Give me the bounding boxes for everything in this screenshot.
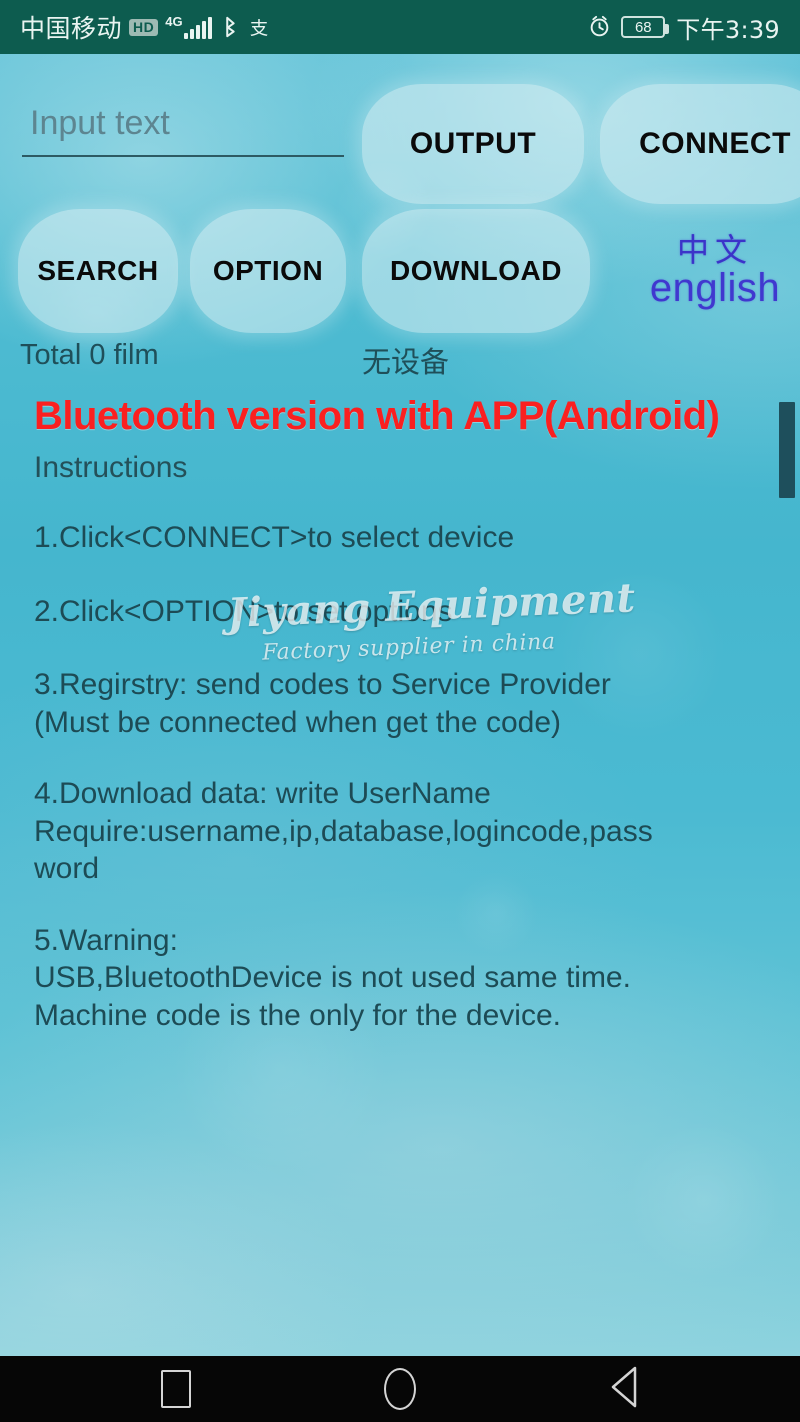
instructions-panel: Bluetooth version with APP(Android) Inst… [0,394,800,1032]
option-button[interactable]: OPTION [190,209,346,333]
status-bar-right: 68 下午3:39 [588,10,780,45]
signal-bars-icon: 4G [165,14,212,39]
bluetooth-icon [219,14,241,40]
svg-text:支: 支 [249,18,267,39]
instruction-step: 1.Click<CONNECT>to select device [34,521,515,554]
language-toggle[interactable]: 中文 english [640,212,790,330]
network-type-label: 4G [165,14,183,29]
status-bar: 中国移动 HD 4G 支 68 下午3:39 [0,0,800,54]
page-title: Bluetooth version with APP(Android) [34,394,720,438]
total-film-count: Total 0 film [20,339,159,371]
language-chinese-label: 中文 [676,231,753,269]
text-input-wrapper [22,104,344,157]
circle-home-icon [384,1368,416,1410]
instruction-step: 2.Click<OPTION>to set options [34,594,453,628]
home-button[interactable] [368,1363,432,1415]
status-row: Total 0 film 无设备 [0,339,800,383]
square-recents-icon [161,1370,191,1408]
battery-indicator: 68 [621,16,670,38]
instruction-step: 3.Regirstry: send codes to Service Provi… [34,668,611,739]
app-container: OUTPUT CONNECT SEARCH OPTION DOWNLOAD 中文… [0,54,800,1356]
triangle-back-icon [609,1365,639,1414]
download-button[interactable]: DOWNLOAD [362,209,590,333]
search-input[interactable] [22,104,344,157]
signal-strength-bars [183,17,212,39]
connect-button[interactable]: CONNECT [600,84,800,204]
output-button[interactable]: OUTPUT [362,84,584,204]
search-button[interactable]: SEARCH [18,209,178,333]
instruction-step: 5.Warning: USB,BluetoothDevice is not us… [34,923,631,1032]
back-button[interactable] [592,1363,656,1415]
clock-time: 下午3:39 [676,15,780,44]
phone-screen: 中国移动 HD 4G 支 68 下午3:39 Input text OUTPUT… [0,0,800,1422]
hd-badge: HD [129,18,159,36]
language-english-label: english [649,266,781,310]
status-bar-left: 中国移动 HD 4G 支 [20,9,588,45]
alipay-icon: 支 [248,14,270,40]
instruction-step: 4.Download data: write UserName Require:… [34,777,653,885]
carrier-name: 中国移动 [20,14,123,43]
android-nav-bar [0,1356,800,1422]
recents-button[interactable] [144,1363,208,1415]
instructions-heading: Instructions [34,451,188,484]
device-status-label: 无设备 [362,345,450,379]
battery-level-text: 68 [634,18,652,36]
scrollbar-thumb[interactable] [779,402,795,498]
toolbar-row-one: OUTPUT CONNECT [0,74,800,204]
alarm-clock-icon [588,14,610,40]
